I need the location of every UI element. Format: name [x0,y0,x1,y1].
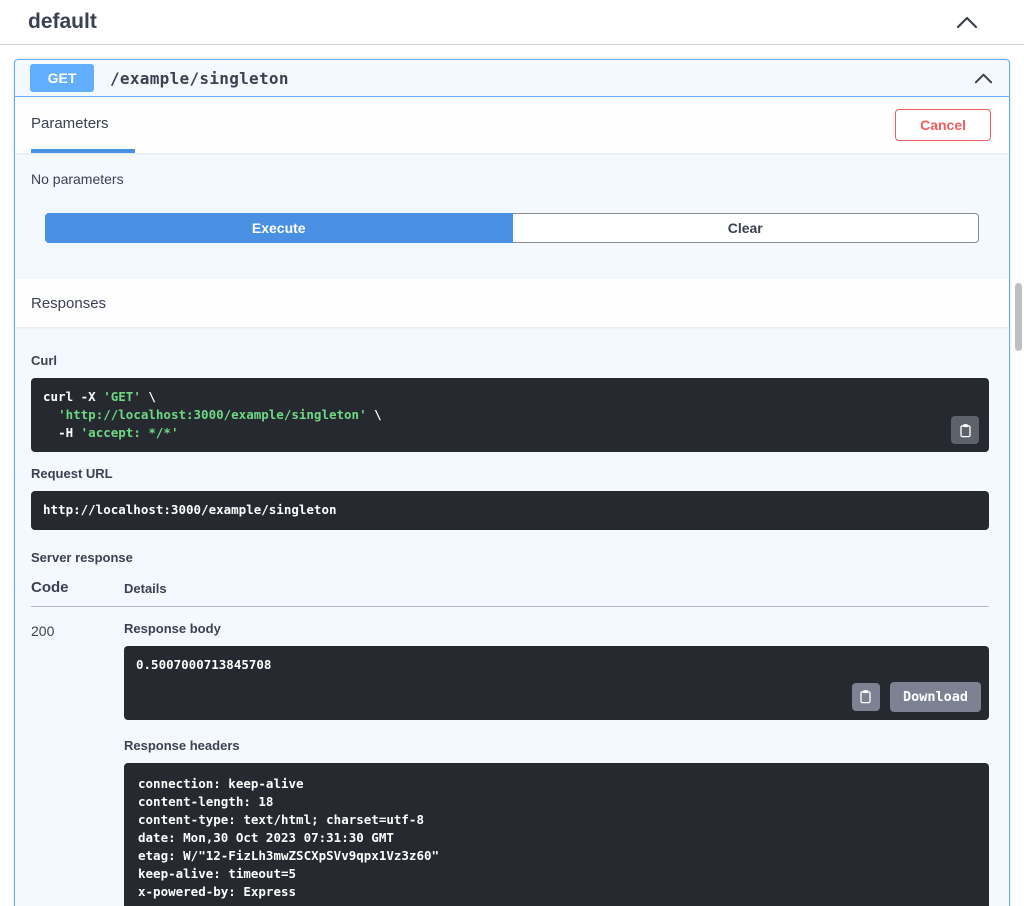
tab-parameters-label: Parameters [31,115,109,132]
parameters-section-header: Parameters Cancel [15,97,1009,153]
swagger-page: default GET /example/singleton Parameter… [0,0,1024,906]
no-parameters-text: No parameters [15,153,1009,213]
chevron-up-icon [974,73,993,84]
curl-block: curl -X 'GET' \ 'http://localhost:3000/e… [31,378,989,452]
operation-collapse-button[interactable] [972,71,995,86]
copy-response-button[interactable] [852,683,880,711]
details-column-header: Details [124,581,167,596]
response-body-actions: Download [852,682,981,712]
code-column-header: Code [31,579,124,596]
response-body-block: 0.5007000713845708 Download [124,646,989,720]
section-collapse-button[interactable] [954,14,980,31]
responses-title: Responses [31,295,106,312]
scrollbar-thumb[interactable] [1015,283,1022,351]
curl-label: Curl [31,353,989,368]
tab-parameters[interactable]: Parameters [31,97,135,153]
status-code: 200 [31,621,124,906]
clipboard-icon [958,423,973,438]
section-title: default [28,10,97,34]
operation-path: /example/singleton [110,69,289,88]
http-method-badge: GET [30,64,94,92]
server-response-label: Server response [31,550,989,565]
request-url-block: http://localhost:3000/example/singleton [31,491,989,529]
section-default-header[interactable]: default [0,0,1024,45]
copy-curl-button[interactable] [951,416,979,444]
request-url-label: Request URL [31,466,989,481]
response-details: Response body 0.5007000713845708 Downloa… [124,621,989,906]
response-body-label: Response body [124,621,989,636]
curl-command-text: curl -X 'GET' \ 'http://localhost:3000/e… [43,388,929,442]
response-row: 200 Response body 0.5007000713845708 [31,607,989,906]
opblock-get-example-singleton: GET /example/singleton Parameters Cancel… [14,59,1010,906]
download-button[interactable]: Download [890,682,981,712]
response-headers-label: Response headers [124,738,989,753]
cancel-button[interactable]: Cancel [895,109,991,141]
response-headers-text: connection: keep-alive content-length: 1… [138,775,977,902]
chevron-up-icon [956,16,978,29]
response-table-header: Code Details [31,579,989,607]
clear-button[interactable]: Clear [513,213,980,243]
response-headers-block: connection: keep-alive content-length: 1… [124,763,989,906]
responses-section-header: Responses [15,279,1009,327]
request-url-value: http://localhost:3000/example/singleton [43,501,977,519]
response-body-value: 0.5007000713845708 [136,656,977,674]
execute-button[interactable]: Execute [45,213,513,243]
clipboard-icon [858,689,873,704]
responses-content: Curl curl -X 'GET' \ 'http://localhost:3… [15,327,1009,906]
execute-button-group: Execute Clear [15,213,1009,279]
operation-summary[interactable]: GET /example/singleton [15,60,1009,97]
